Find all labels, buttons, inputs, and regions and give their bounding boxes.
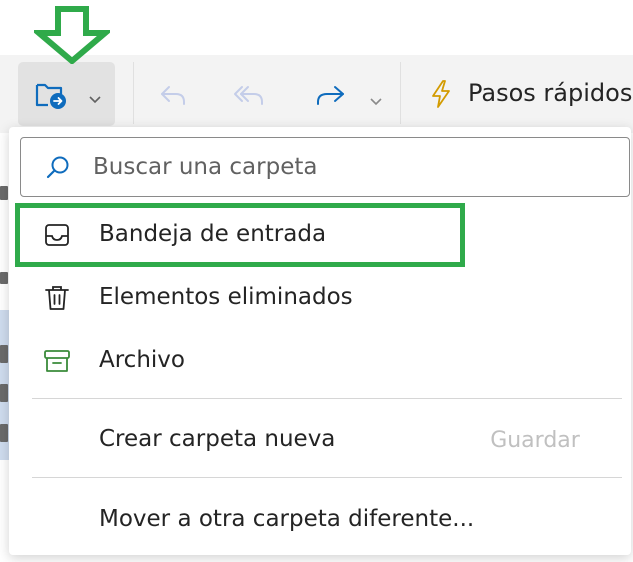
highlight-annotation-box [15,203,465,267]
archive-icon [42,346,72,380]
create-folder-row[interactable]: Crear carpeta nueva Guardar [20,410,620,470]
background-list-fragment [0,186,8,200]
folder-move-icon [34,80,68,114]
quick-steps-label: Pasos rápidos [468,79,633,107]
menu-divider [32,398,622,399]
search-icon [45,155,71,185]
chevron-down-icon[interactable] [369,92,383,111]
folder-search-box[interactable] [20,137,630,197]
quick-steps-button[interactable]: Pasos rápidos [411,62,633,126]
menu-divider [32,477,622,478]
move-to-other-folder-item[interactable]: Mover a otra carpeta diferente... [20,490,620,550]
toolbar-divider [133,62,134,124]
trash-icon [42,283,72,317]
move-to-folder-button[interactable] [18,62,115,126]
folder-search-input[interactable] [93,150,593,184]
folder-item-label: Archivo [99,347,185,373]
background-list-fragment [0,345,8,363]
create-folder-label[interactable]: Crear carpeta nueva [99,424,335,454]
chevron-down-icon [88,90,102,109]
down-arrow-icon [30,6,114,68]
background-list-fragment [0,424,8,442]
background-list-fragment [0,272,8,284]
folder-item-label: Elementos eliminados [99,284,353,310]
forward-icon[interactable] [314,82,348,112]
reply-all-icon[interactable] [232,82,266,112]
folder-item-deleted[interactable]: Elementos eliminados [20,268,620,328]
background-list-fragment [0,384,8,402]
reply-icon[interactable] [158,82,188,112]
save-button[interactable]: Guardar [470,418,600,462]
folder-item-archive[interactable]: Archivo [20,331,620,391]
move-to-other-folder-label: Mover a otra carpeta diferente... [99,506,475,532]
toolbar-divider [400,62,401,124]
lightning-icon [429,79,453,113]
